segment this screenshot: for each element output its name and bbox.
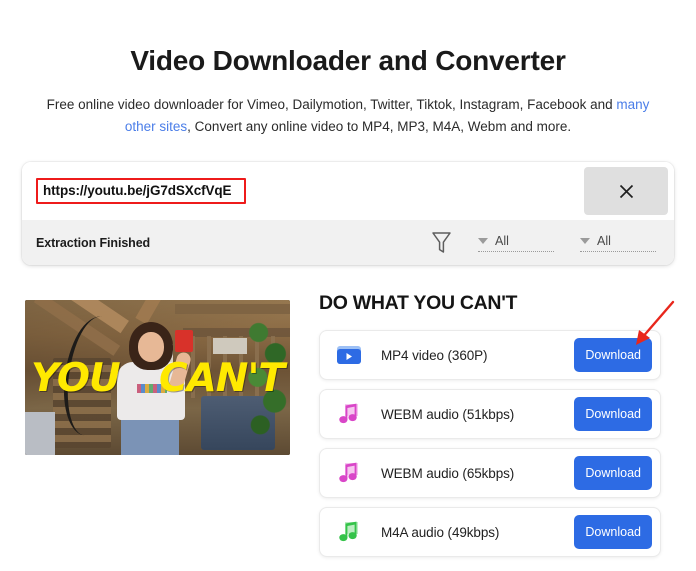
music-note-icon (336, 401, 362, 427)
music-note-icon (336, 519, 362, 545)
music-note-icon (336, 460, 362, 486)
format-row[interactable]: M4A audio (49kbps) Download (319, 507, 661, 557)
filter-select-type[interactable]: All (478, 234, 554, 252)
video-title: DO WHAT YOU CAN'T (319, 292, 518, 314)
chevron-down-icon (580, 237, 590, 244)
close-icon (619, 184, 633, 198)
thumbnail-column: YOU CAN'T (0, 290, 290, 566)
header: Video Downloader and Converter Free onli… (0, 0, 696, 138)
chevron-down-icon (478, 237, 488, 244)
video-play-icon (336, 342, 362, 368)
clear-button[interactable] (584, 167, 668, 215)
filter-select-type-label: All (495, 233, 509, 248)
thumbnail-text-right: CAN'T (159, 356, 285, 401)
download-button[interactable]: Download (574, 515, 652, 549)
format-row[interactable]: MP4 video (360P) Download (319, 330, 661, 380)
search-card: Extraction Finished All All (22, 162, 674, 265)
download-button[interactable]: Download (574, 456, 652, 490)
format-label: M4A audio (49kbps) (381, 524, 500, 540)
status-controls: All All (431, 231, 656, 254)
format-row[interactable]: WEBM audio (51kbps) Download (319, 389, 661, 439)
format-row[interactable]: WEBM audio (65kbps) Download (319, 448, 661, 498)
format-label: WEBM audio (51kbps) (381, 406, 515, 422)
status-bar: Extraction Finished All All (22, 220, 674, 265)
shelf-box (213, 338, 247, 354)
filter-select-quality-label: All (597, 233, 611, 248)
red-object (175, 330, 193, 352)
results-area: YOU CAN'T DO WHAT YOU CAN'T MP4 video (3… (0, 290, 696, 566)
search-row (22, 162, 674, 220)
filter-select-quality[interactable]: All (580, 234, 656, 252)
download-button[interactable]: Download (574, 397, 652, 431)
person-jeans (121, 418, 179, 455)
status-text: Extraction Finished (36, 235, 151, 250)
thumbnail-text-left: YOU (31, 356, 121, 401)
page-root: Video Downloader and Converter Free onli… (0, 0, 696, 571)
subtitle-text-before: Free online video downloader for Vimeo, … (46, 96, 617, 112)
shelf-box (25, 412, 55, 455)
search-input[interactable] (36, 178, 246, 204)
subtitle-text-after: , Convert any online video to MP4, MP3, … (187, 118, 572, 134)
funnel-icon[interactable] (431, 231, 452, 254)
download-button[interactable]: Download (574, 338, 652, 372)
video-thumbnail[interactable]: YOU CAN'T (25, 300, 290, 455)
thumbnail-overlay-text: YOU CAN'T (25, 356, 290, 401)
page-subtitle: Free online video downloader for Vimeo, … (38, 94, 658, 139)
page-title: Video Downloader and Converter (130, 45, 566, 76)
ceiling-beam (175, 304, 290, 314)
format-list-column: DO WHAT YOU CAN'T MP4 video (360P) Downl… (290, 290, 661, 566)
url-input-wrap (22, 162, 584, 220)
format-label: MP4 video (360P) (381, 347, 488, 363)
format-label: WEBM audio (65kbps) (381, 465, 515, 481)
